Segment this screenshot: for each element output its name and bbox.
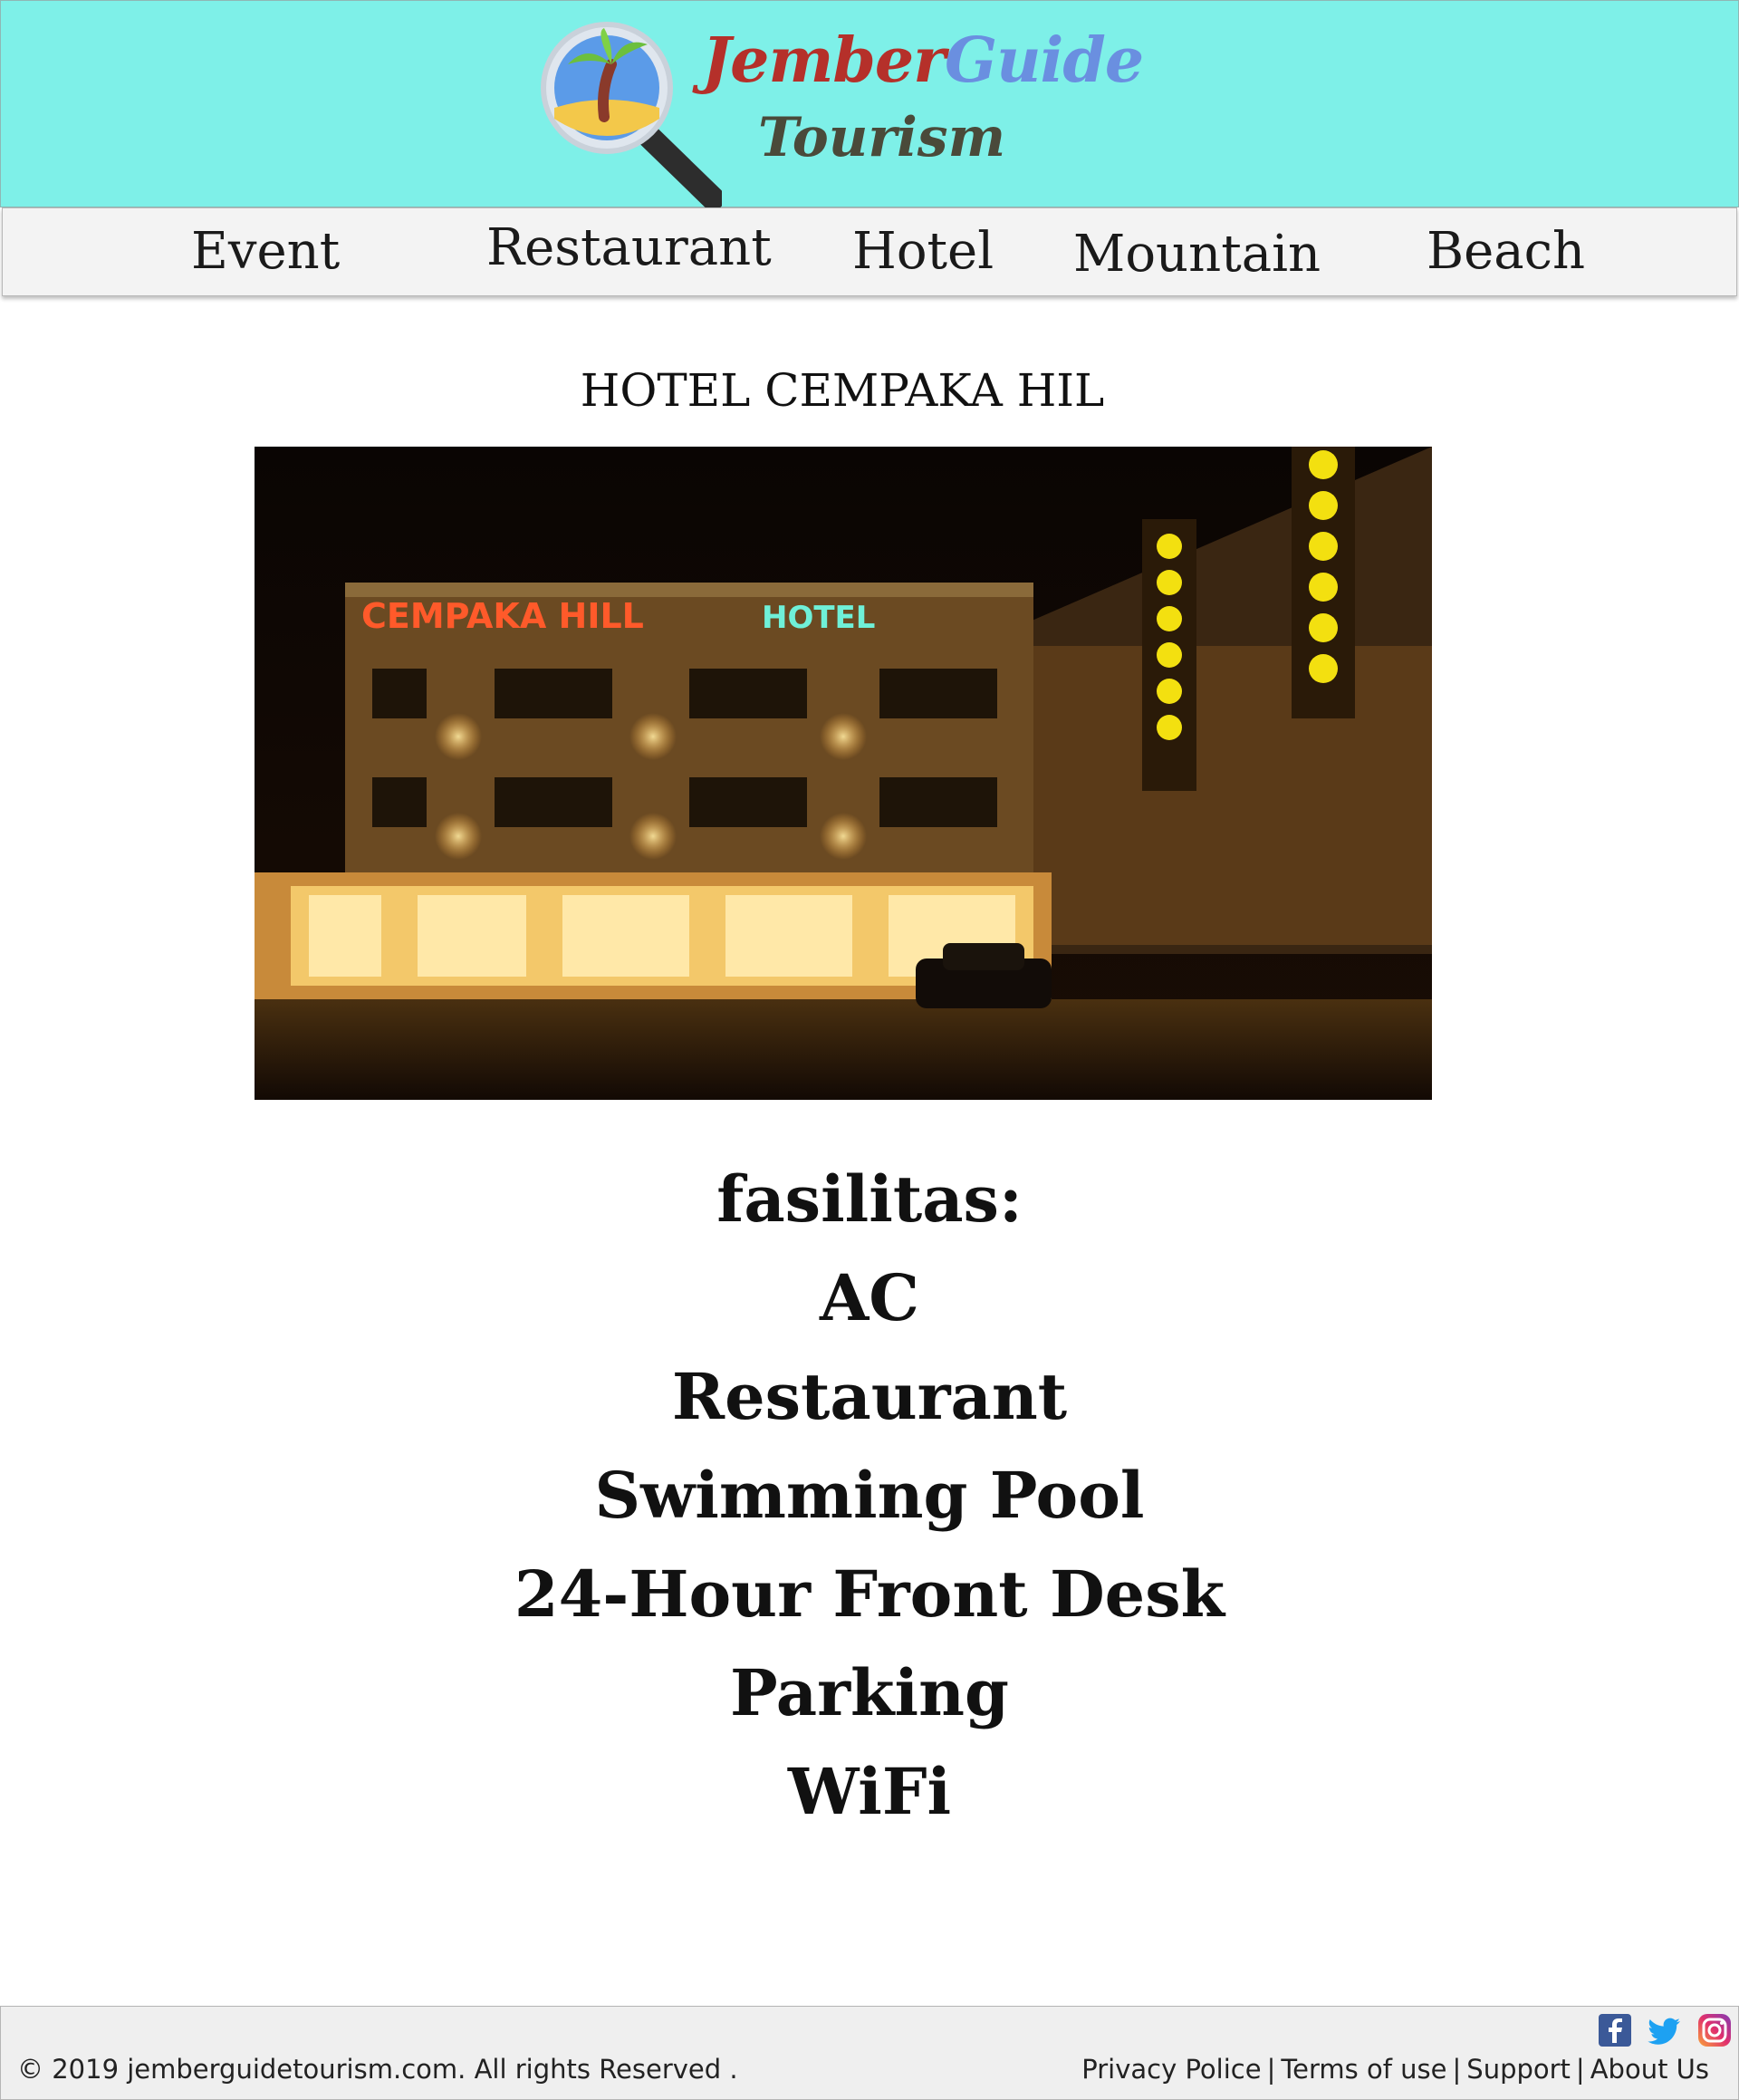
hotel-night-image: CEMPAKA HILL HOTEL — [255, 447, 1432, 1100]
nav-item-mountain[interactable]: Mountain — [1073, 229, 1321, 280]
photo-sign-name: CEMPAKA HILL — [361, 596, 644, 636]
logo-title: JemberGuide — [702, 24, 1144, 97]
facility-item-wifi: WiFi — [787, 1754, 952, 1829]
facility-item-restaurant: Restaurant — [671, 1359, 1068, 1434]
facility-item-ac: AC — [819, 1260, 920, 1335]
facility-item-swimming-pool: Swimming Pool — [594, 1458, 1145, 1533]
copyright-text: © 2019 jemberguidetourism.com. All right… — [17, 2054, 738, 2085]
magnifier-logo-icon — [541, 22, 722, 207]
logo-title-jember: Jember — [702, 24, 946, 97]
photo-sign-hotel: HOTEL — [762, 600, 875, 636]
support-link[interactable]: Support — [1466, 2054, 1571, 2085]
site-logo[interactable]: JemberGuide Tourism — [541, 17, 1144, 207]
main-nav: Event Restaurant Hotel Mountain Beach — [2, 207, 1737, 296]
site-header: JemberGuide Tourism — [0, 0, 1739, 207]
about-us-link[interactable]: About Us — [1590, 2054, 1709, 2085]
facility-item-front-desk: 24-Hour Front Desk — [514, 1556, 1225, 1632]
footer-separator: | — [1266, 2054, 1276, 2085]
hotel-title: HOTEL CEMPAKA HIL — [580, 364, 1105, 417]
facility-item-parking: Parking — [730, 1655, 1009, 1730]
instagram-icon[interactable] — [1696, 2012, 1733, 2048]
footer-links: Privacy Police | Terms of use | Support | Abou… — [1081, 2054, 1709, 2085]
facilities-label: fasilitas: — [716, 1161, 1023, 1237]
footer-separator: | — [1452, 2054, 1462, 2085]
logo-subtitle: Tourism — [758, 106, 1006, 169]
nav-item-restaurant[interactable]: Restaurant — [486, 223, 772, 274]
footer-separator: | — [1575, 2054, 1585, 2085]
twitter-icon[interactable] — [1648, 2012, 1684, 2048]
nav-item-event[interactable]: Event — [191, 226, 340, 277]
nav-item-beach[interactable]: Beach — [1427, 226, 1585, 277]
logo-title-guide: Guide — [945, 24, 1144, 97]
privacy-policy-link[interactable]: Privacy Police — [1081, 2054, 1261, 2085]
terms-of-use-link[interactable]: Terms of use — [1281, 2054, 1446, 2085]
hotel-photo: CEMPAKA HILL HOTEL — [255, 447, 1432, 1100]
nav-item-hotel[interactable]: Hotel — [852, 226, 994, 277]
site-footer: © 2019 jemberguidetourism.com. All right… — [0, 2006, 1739, 2100]
facebook-icon[interactable] — [1597, 2012, 1633, 2048]
